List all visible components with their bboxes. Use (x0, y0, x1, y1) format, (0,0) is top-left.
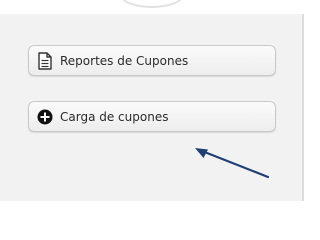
top-arc-decoration (120, 0, 184, 8)
reportes-de-cupones-label: Reportes de Cupones (60, 53, 189, 68)
right-edge (304, 0, 310, 201)
document-icon (36, 51, 54, 70)
reportes-de-cupones-button[interactable]: Reportes de Cupones (28, 45, 276, 76)
carga-de-cupones-label: Carga de cupones (60, 109, 169, 124)
carga-de-cupones-button[interactable]: Carga de cupones (28, 101, 276, 132)
plus-circle-icon (36, 108, 54, 126)
top-bar (0, 0, 310, 14)
